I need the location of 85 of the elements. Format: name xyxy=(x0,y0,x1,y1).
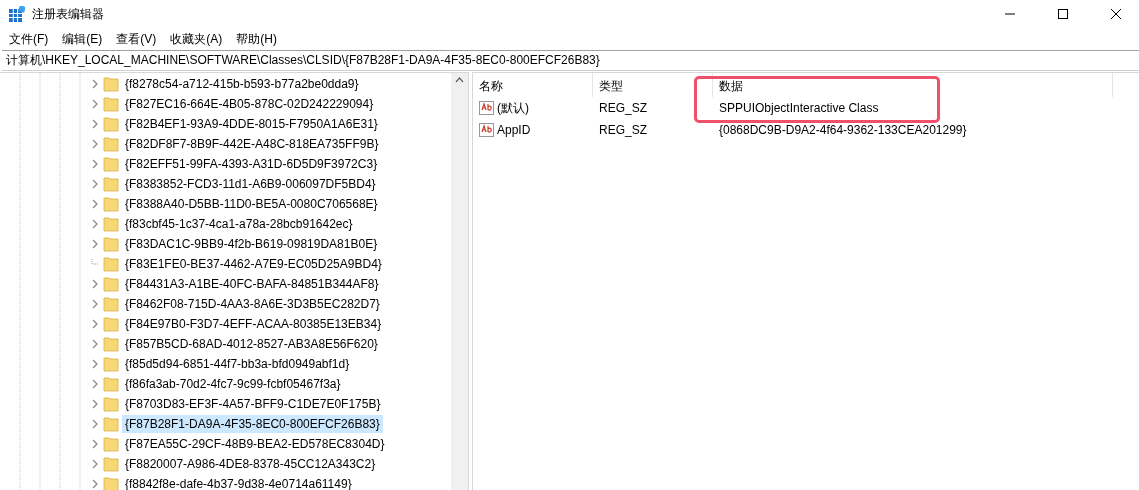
tree-item[interactable]: {F87B28F1-DA9A-4F35-8EC0-800EFCF26B83} xyxy=(122,415,383,433)
chevron-icon[interactable] xyxy=(91,479,99,489)
address-bar[interactable]: 计算机\HKEY_LOCAL_MACHINE\SOFTWARE\Classes\CLSID\{F87B28F1-DA9A-4F35-8EC0-800EFCF26B83} xyxy=(2,50,1139,71)
chevron-icon[interactable] xyxy=(91,199,99,209)
chevron-icon[interactable] xyxy=(91,119,99,129)
tree-item[interactable]: {f8842f8e-dafe-4b37-9d38-4e0714a61149} xyxy=(122,475,355,490)
tree-item[interactable]: {F827EC16-664E-4B05-878C-02D242229094} xyxy=(122,95,377,113)
tree-item[interactable]: {F87EA55C-29CF-48B9-BEA2-ED578EC8304D} xyxy=(122,435,388,453)
menu-item[interactable]: 帮助(H) xyxy=(229,30,284,48)
chevron-icon[interactable] xyxy=(91,399,99,409)
tree-item[interactable]: {F8703D83-EF3F-4A57-BFF9-C1DE7E0F175B} xyxy=(122,395,384,413)
folder-icon xyxy=(103,376,119,392)
menu-item[interactable]: 编辑(E) xyxy=(55,30,110,48)
folder-icon xyxy=(103,236,119,252)
folder-icon xyxy=(103,196,119,212)
tree-item[interactable]: {F8388A40-D5BB-11D0-BE5A-0080C706568E} xyxy=(122,195,381,213)
tree-item[interactable]: {F8383852-FCD3-11d1-A6B9-006097DF5BD4} xyxy=(122,175,379,193)
column-header[interactable]: 类型 xyxy=(593,73,713,97)
folder-icon xyxy=(103,276,119,292)
menu-item[interactable]: 文件(F) xyxy=(2,30,56,48)
folder-icon xyxy=(103,296,119,312)
value-name: AppID xyxy=(497,123,531,137)
folder-icon xyxy=(103,176,119,192)
menu-item[interactable]: 查看(V) xyxy=(109,30,164,48)
folder-icon xyxy=(103,456,119,472)
scrollbar[interactable] xyxy=(451,73,468,490)
value-name: (默认) xyxy=(497,99,529,117)
folder-icon xyxy=(103,216,119,232)
close-icon xyxy=(1111,9,1121,19)
chevron-icon[interactable] xyxy=(91,239,99,249)
chevron-icon[interactable] xyxy=(91,159,99,169)
chevron-icon[interactable] xyxy=(91,339,99,349)
tree-item[interactable]: {F83DAC1C-9BB9-4f2b-B619-09819DA81B0E} xyxy=(122,235,381,253)
chevron-icon[interactable] xyxy=(91,219,99,229)
value-data: SPPUIObjectInteractive Class xyxy=(718,101,880,115)
tree-item[interactable]: {F82EFF51-99FA-4393-A31D-6D5D9F3972C3} xyxy=(122,155,381,173)
column-header[interactable]: 数据 xyxy=(713,73,1113,97)
chevron-icon[interactable] xyxy=(91,319,99,329)
chevron-icon[interactable] xyxy=(91,439,99,449)
folder-icon xyxy=(103,476,119,490)
folder-icon xyxy=(103,136,119,152)
folder-icon xyxy=(103,256,119,272)
chevron-icon[interactable] xyxy=(91,179,99,189)
tree-item[interactable]: {F8820007-A986-4DE8-8378-45CC12A343C2} xyxy=(122,455,379,473)
tree-item[interactable]: {f83cbf45-1c37-4ca1-a78a-28bcb91642ec} xyxy=(122,215,356,233)
chevron-icon[interactable] xyxy=(91,419,99,429)
folder-icon xyxy=(103,416,119,432)
folder-icon xyxy=(103,396,119,412)
tree-item[interactable]: {F8462F08-715D-4AA3-8A6E-3D3B5EC282D7} xyxy=(122,295,383,313)
tree-item[interactable]: {f86fa3ab-70d2-4fc7-9c99-fcbf05467f3a} xyxy=(122,375,344,393)
scroll-up-icon[interactable] xyxy=(455,77,464,83)
folder-icon xyxy=(103,436,119,452)
string-value-icon xyxy=(479,100,495,116)
tree-item[interactable]: {f8278c54-a712-415b-b593-b77a2be0dda9} xyxy=(122,75,362,93)
chevron-icon[interactable] xyxy=(91,79,99,89)
value-data: {0868DC9B-D9A2-4f64-9362-133CEA201299} xyxy=(718,123,968,137)
folder-icon xyxy=(103,316,119,332)
value-type: REG_SZ xyxy=(598,101,648,115)
chevron-icon[interactable] xyxy=(91,99,99,109)
tree-item[interactable]: {F857B5CD-68AD-4012-8527-AB3A8E56F620} xyxy=(122,335,381,353)
string-value-icon xyxy=(479,122,495,138)
menu-item[interactable]: 收藏夹(A) xyxy=(163,30,230,48)
column-header[interactable]: 名称 xyxy=(473,73,593,97)
tree-item[interactable]: {F82DF8F7-8B9F-442E-A48C-818EA735FF9B} xyxy=(122,135,382,153)
folder-icon xyxy=(103,96,119,112)
chevron-icon[interactable] xyxy=(91,379,99,389)
app-icon xyxy=(9,6,25,22)
value-type: REG_SZ xyxy=(598,123,648,137)
folder-icon xyxy=(103,76,119,92)
chevron-icon[interactable] xyxy=(91,459,99,469)
chevron-icon[interactable] xyxy=(91,359,99,369)
folder-icon xyxy=(103,116,119,132)
tree-item[interactable]: {F83E1FE0-BE37-4462-A7E9-EC05D25A9BD4} xyxy=(122,255,385,273)
tree-item[interactable]: {F82B4EF1-93A9-4DDE-8015-F7950A1A6E31} xyxy=(122,115,381,133)
chevron-icon[interactable] xyxy=(91,299,99,309)
folder-icon xyxy=(103,156,119,172)
folder-icon xyxy=(103,356,119,372)
folder-icon xyxy=(103,336,119,352)
tree-item[interactable]: {F84431A3-A1BE-40FC-BAFA-84851B344AF8} xyxy=(122,275,382,293)
chevron-icon[interactable] xyxy=(91,279,99,289)
tree-item[interactable]: {F84E97B0-F3D7-4EFF-ACAA-80385E13EB34} xyxy=(122,315,385,333)
chevron-icon[interactable] xyxy=(91,139,99,149)
maximize-icon xyxy=(1058,9,1068,19)
tree-item[interactable]: {f85d5d94-6851-44f7-bb3a-bfd0949abf1d} xyxy=(122,355,353,373)
window-title: 注册表编辑器 xyxy=(32,5,105,23)
